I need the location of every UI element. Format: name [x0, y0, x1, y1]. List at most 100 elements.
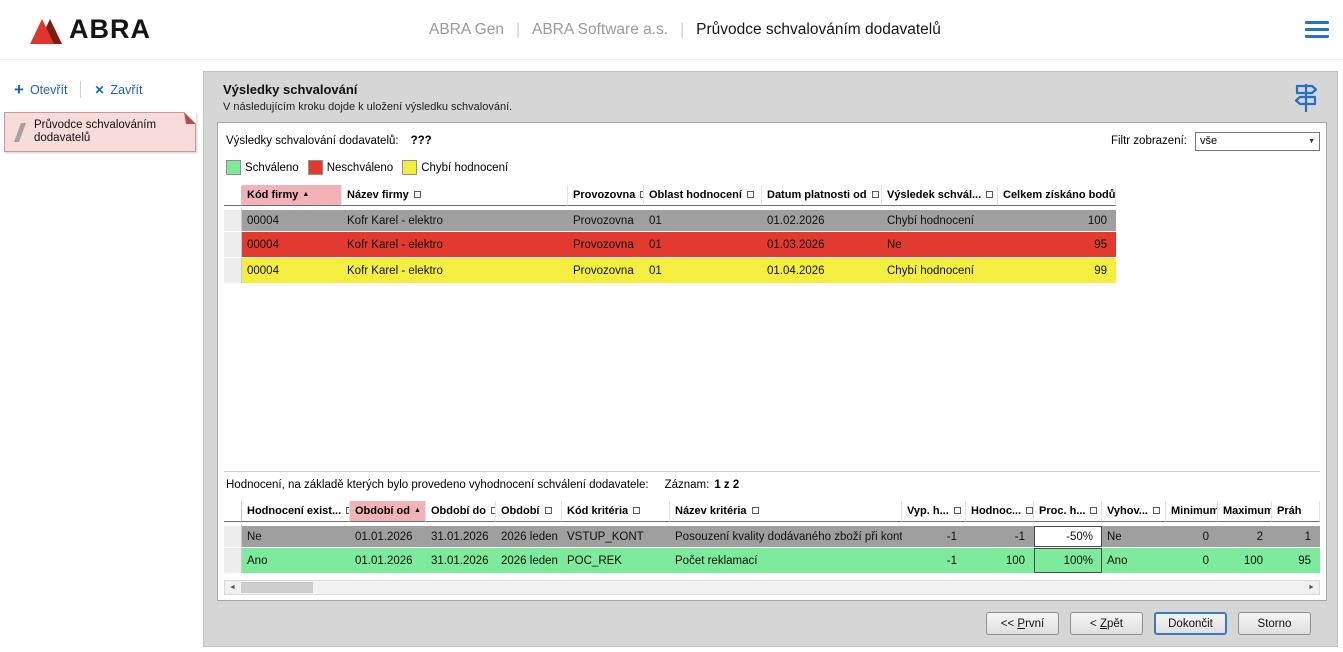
column-header[interactable]: Vyp. h...: [902, 501, 966, 522]
cell[interactable]: Kofr Karel - elektro: [342, 206, 568, 232]
cell[interactable]: Posouzení kvality dodávaného zboží při k…: [670, 522, 902, 548]
cell[interactable]: 01.02.2026: [762, 206, 882, 232]
cell[interactable]: 01.03.2026: [762, 232, 882, 258]
cell[interactable]: 01.01.2026: [350, 522, 426, 548]
table-row[interactable]: Ano01.01.202631.01.20262026 ledenPOC_REK…: [224, 548, 1320, 574]
close-button[interactable]: ✕ Zavřít: [94, 83, 142, 97]
column-header[interactable]: Celkem získáno bodů: [998, 185, 1116, 206]
column-filter-icon[interactable]: [747, 191, 754, 198]
cancel-button[interactable]: Storno: [1238, 612, 1311, 635]
cell[interactable]: 100%: [1034, 548, 1102, 574]
cell[interactable]: Ne: [1102, 522, 1166, 548]
table-row[interactable]: Ne01.01.202631.01.20262026 ledenVSTUP_KO…: [224, 522, 1320, 548]
column-header[interactable]: Proc. h...: [1034, 501, 1102, 522]
column-header[interactable]: Provozovna: [568, 185, 644, 206]
cell[interactable]: -1: [902, 548, 966, 574]
column-filter-icon[interactable]: [1153, 507, 1160, 514]
cell[interactable]: 01.01.2026: [350, 548, 426, 574]
cell[interactable]: Kofr Karel - elektro: [342, 258, 568, 284]
column-header[interactable]: Maximum: [1218, 501, 1272, 522]
column-header[interactable]: Práh: [1272, 501, 1320, 522]
wizard-buttons: << První < Zpět Dokončit Storno: [217, 601, 1327, 646]
cell[interactable]: 0: [1166, 548, 1218, 574]
finish-button[interactable]: Dokončit: [1154, 612, 1227, 635]
cell[interactable]: Chybí hodnocení: [882, 258, 998, 284]
column-header-label: Výsledek schvál...: [887, 189, 981, 201]
column-header[interactable]: Hodnoc...: [966, 501, 1034, 522]
back-button[interactable]: < Zpět: [1070, 612, 1143, 635]
cell[interactable]: Provozovna: [568, 232, 644, 258]
column-header[interactable]: Vyhov...: [1102, 501, 1166, 522]
column-header[interactable]: Období od▲: [350, 501, 426, 522]
cell[interactable]: 100: [1218, 548, 1272, 574]
scrollbar-thumb[interactable]: [241, 582, 313, 593]
column-header[interactable]: Název firmy: [342, 185, 568, 206]
table-row[interactable]: 00004Kofr Karel - elektroProvozovna0101.…: [224, 232, 1116, 258]
cell[interactable]: POC_REK: [562, 548, 670, 574]
column-header[interactable]: Období: [496, 501, 562, 522]
cell[interactable]: 0: [1166, 522, 1218, 548]
column-header[interactable]: Datum platnosti od: [762, 185, 882, 206]
cell[interactable]: 2026 leden: [496, 548, 562, 574]
column-header[interactable]: Období do: [426, 501, 496, 522]
column-header[interactable]: Oblast hodnocení: [644, 185, 762, 206]
column-header[interactable]: Název kritéria: [670, 501, 902, 522]
cell[interactable]: 100: [966, 548, 1034, 574]
cell[interactable]: Ne: [882, 232, 998, 258]
cell[interactable]: 100: [998, 206, 1116, 232]
column-header[interactable]: Kód firmy▲: [242, 185, 342, 206]
horizontal-scrollbar[interactable]: ◄ ►: [224, 580, 1320, 595]
cell[interactable]: Ne: [242, 522, 350, 548]
cell[interactable]: 1: [1272, 522, 1320, 548]
column-filter-icon[interactable]: [1026, 507, 1033, 514]
table-row[interactable]: 00004Kofr Karel - elektroProvozovna0101.…: [224, 258, 1116, 284]
cell[interactable]: -1: [902, 522, 966, 548]
cell[interactable]: 00004: [242, 258, 342, 284]
display-filter-select[interactable]: vše ▼: [1195, 132, 1320, 151]
cell[interactable]: -1: [966, 522, 1034, 548]
cell[interactable]: 2026 leden: [496, 522, 562, 548]
column-filter-icon[interactable]: [872, 191, 879, 198]
cell[interactable]: Provozovna: [568, 258, 644, 284]
cell[interactable]: 99: [998, 258, 1116, 284]
cell[interactable]: 00004: [242, 206, 342, 232]
sidebar-tab-wizard[interactable]: Průvodce schvalováním dodavatelů: [4, 112, 196, 152]
cell[interactable]: Počet reklamací: [670, 548, 902, 574]
cell[interactable]: Chybí hodnocení: [882, 206, 998, 232]
cell[interactable]: 01: [644, 232, 762, 258]
cell[interactable]: 00004: [242, 232, 342, 258]
open-button[interactable]: + Otevřít: [14, 83, 67, 97]
cell[interactable]: 01: [644, 258, 762, 284]
cell[interactable]: 95: [998, 232, 1116, 258]
scroll-right-arrow[interactable]: ►: [1304, 581, 1319, 594]
cell[interactable]: -50%: [1034, 522, 1102, 548]
cell[interactable]: Kofr Karel - elektro: [342, 232, 568, 258]
column-filter-icon[interactable]: [633, 507, 640, 514]
cell[interactable]: 95: [1272, 548, 1320, 574]
column-header[interactable]: Výsledek schvál...: [882, 185, 998, 206]
scrollbar-track[interactable]: [240, 581, 1304, 594]
column-filter-icon[interactable]: [414, 191, 421, 198]
column-filter-icon[interactable]: [545, 507, 552, 514]
cell[interactable]: 01.04.2026: [762, 258, 882, 284]
cell[interactable]: VSTUP_KONT: [562, 522, 670, 548]
cell[interactable]: 31.01.2026: [426, 522, 496, 548]
cell[interactable]: 31.01.2026: [426, 548, 496, 574]
column-header[interactable]: Kód kritéria: [562, 501, 670, 522]
cell[interactable]: Ano: [242, 548, 350, 574]
cell[interactable]: 2: [1218, 522, 1272, 548]
cell[interactable]: Provozovna: [568, 206, 644, 232]
column-header[interactable]: Minimum: [1166, 501, 1218, 522]
menu-icon[interactable]: [1305, 21, 1329, 38]
cell[interactable]: 01: [644, 206, 762, 232]
table-row[interactable]: 00004Kofr Karel - elektroProvozovna0101.…: [224, 206, 1116, 232]
column-filter-icon[interactable]: [986, 191, 993, 198]
column-filter-icon[interactable]: [752, 507, 759, 514]
column-header[interactable]: Hodnocení exist...: [242, 501, 350, 522]
first-button[interactable]: << První: [986, 612, 1059, 635]
column-header-label: Maximum: [1223, 505, 1272, 517]
column-filter-icon[interactable]: [1090, 507, 1097, 514]
cell[interactable]: Ano: [1102, 548, 1166, 574]
scroll-left-arrow[interactable]: ◄: [225, 581, 240, 594]
column-filter-icon[interactable]: [954, 507, 961, 514]
